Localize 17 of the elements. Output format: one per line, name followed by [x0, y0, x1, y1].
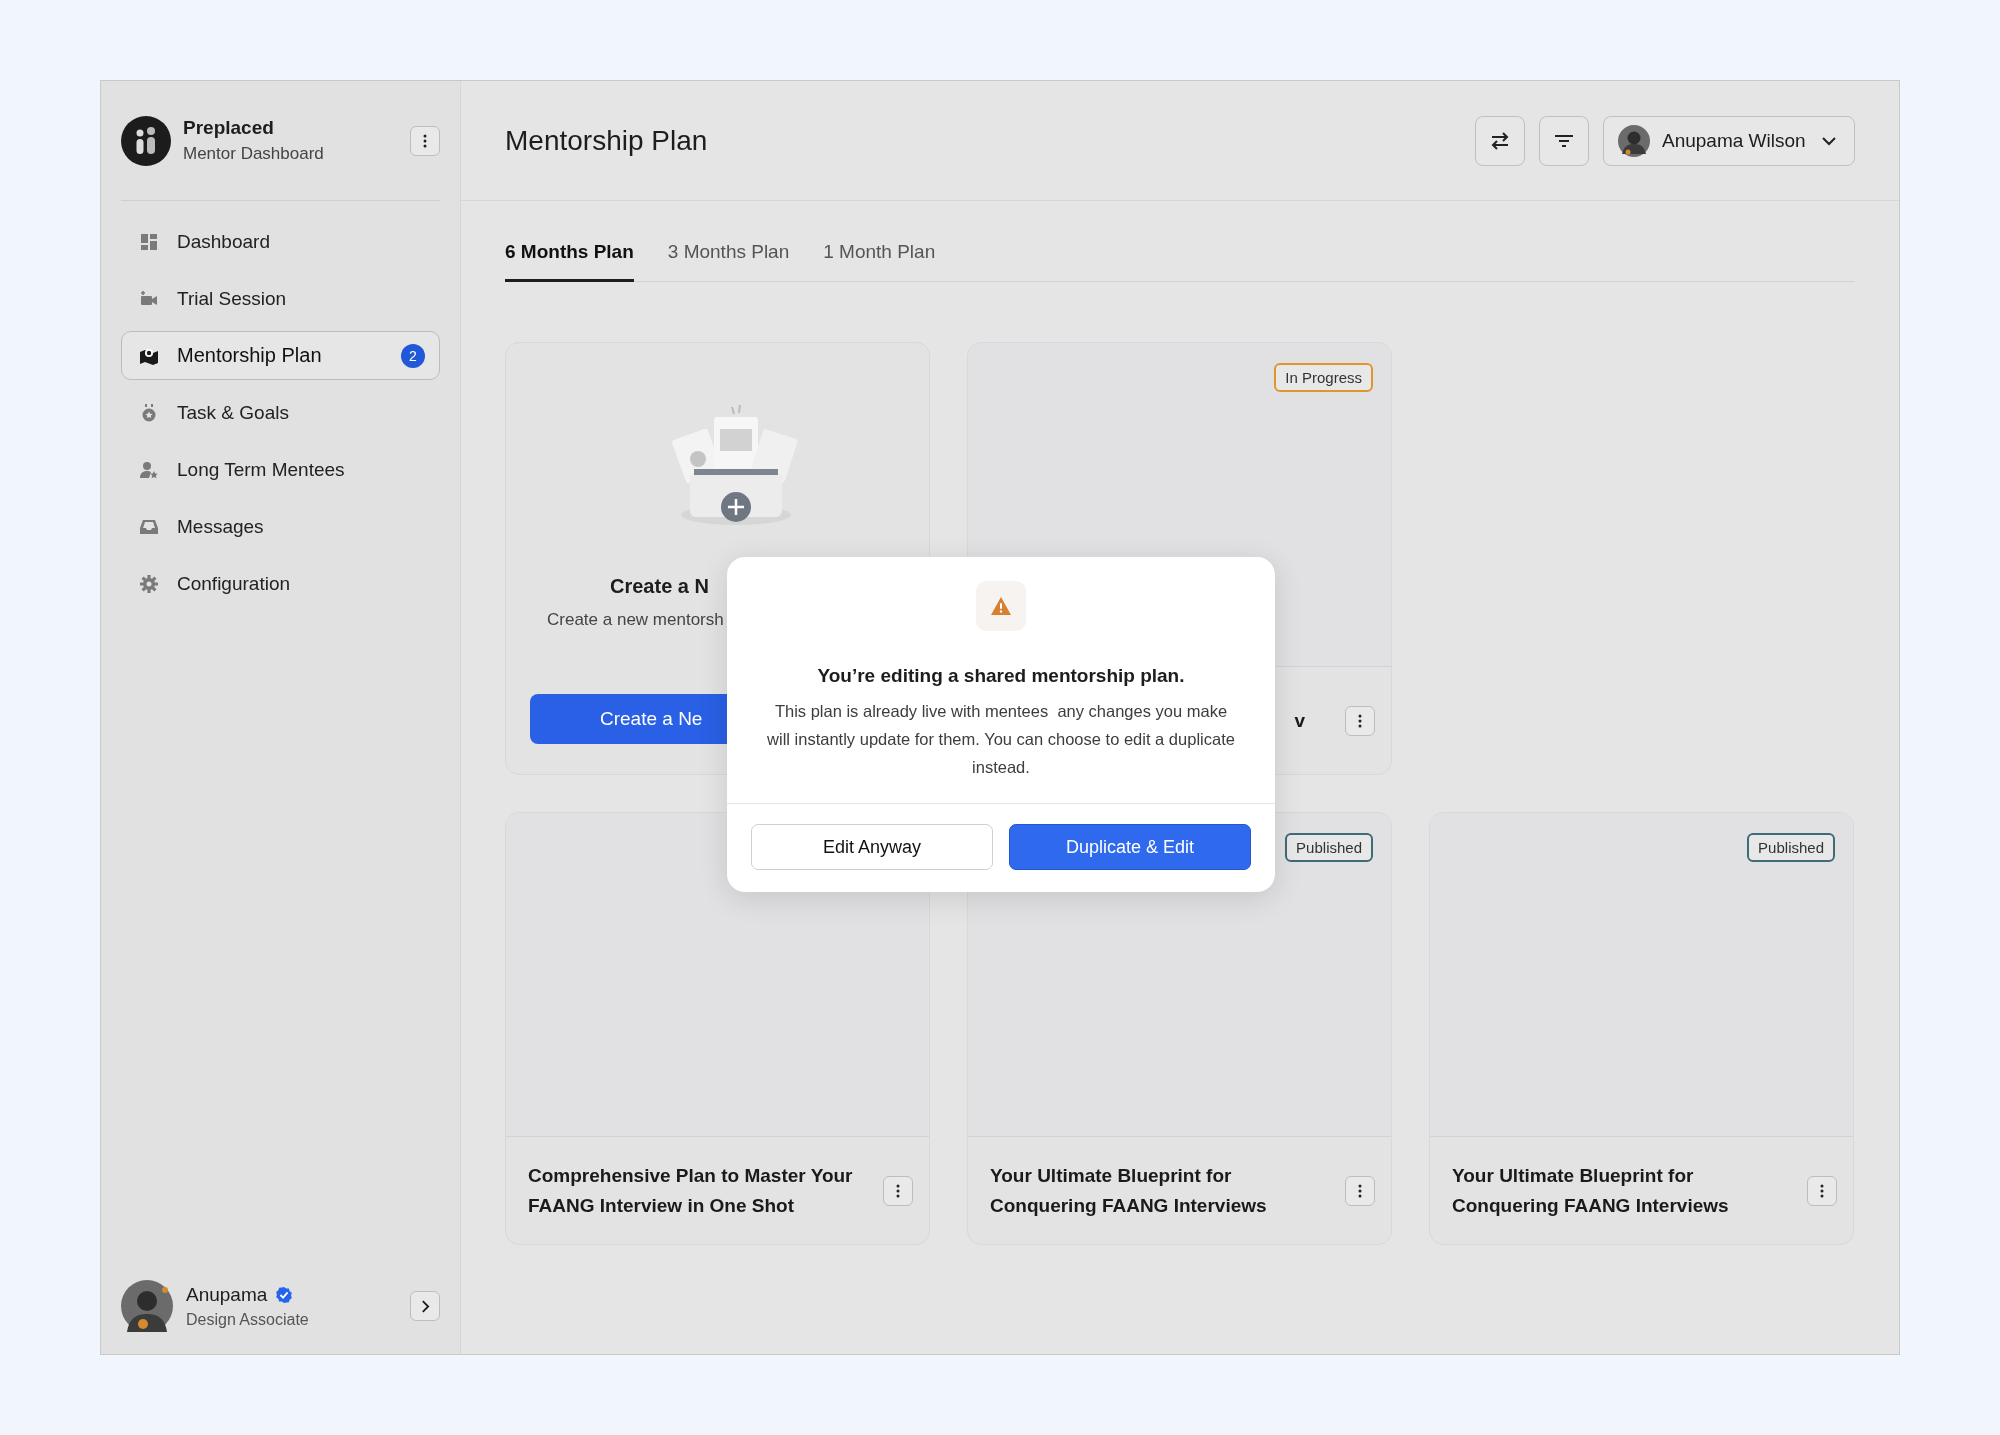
card-title: Your Ultimate Blueprint for Conquering FAANG Interviews — [1452, 1163, 1730, 1218]
card-description: Create a new mentorsh — [547, 610, 724, 630]
page-title: Mentorship Plan — [505, 124, 708, 157]
status-badge: Published — [1747, 833, 1835, 862]
card-title: Create a N — [610, 575, 709, 598]
count-badge: 2 — [401, 343, 425, 368]
card-title: v — [1294, 708, 1305, 733]
card-title: Comprehensive Plan to Master Your FAANG Interview in One Shot — [528, 1163, 854, 1218]
user-name: Anupama — [186, 1283, 268, 1306]
brand-subtitle: Mentor Dashboard — [183, 144, 325, 164]
dialog-title: You’re editing a shared mentorship plan. — [817, 665, 1185, 687]
user-role: Design Associate — [186, 1310, 310, 1329]
brand-name: Preplaced — [183, 117, 275, 139]
status-badge: In Progress — [1274, 363, 1373, 392]
status-badge: Published — [1285, 833, 1373, 862]
dialog-message: This plan is already live with mentees any changes you make will instantly update for them. You can choose to edit a duplicate instead. — [766, 701, 1236, 778]
card-title: Your Ultimate Blueprint for Conquering FAANG Interviews — [990, 1163, 1268, 1218]
